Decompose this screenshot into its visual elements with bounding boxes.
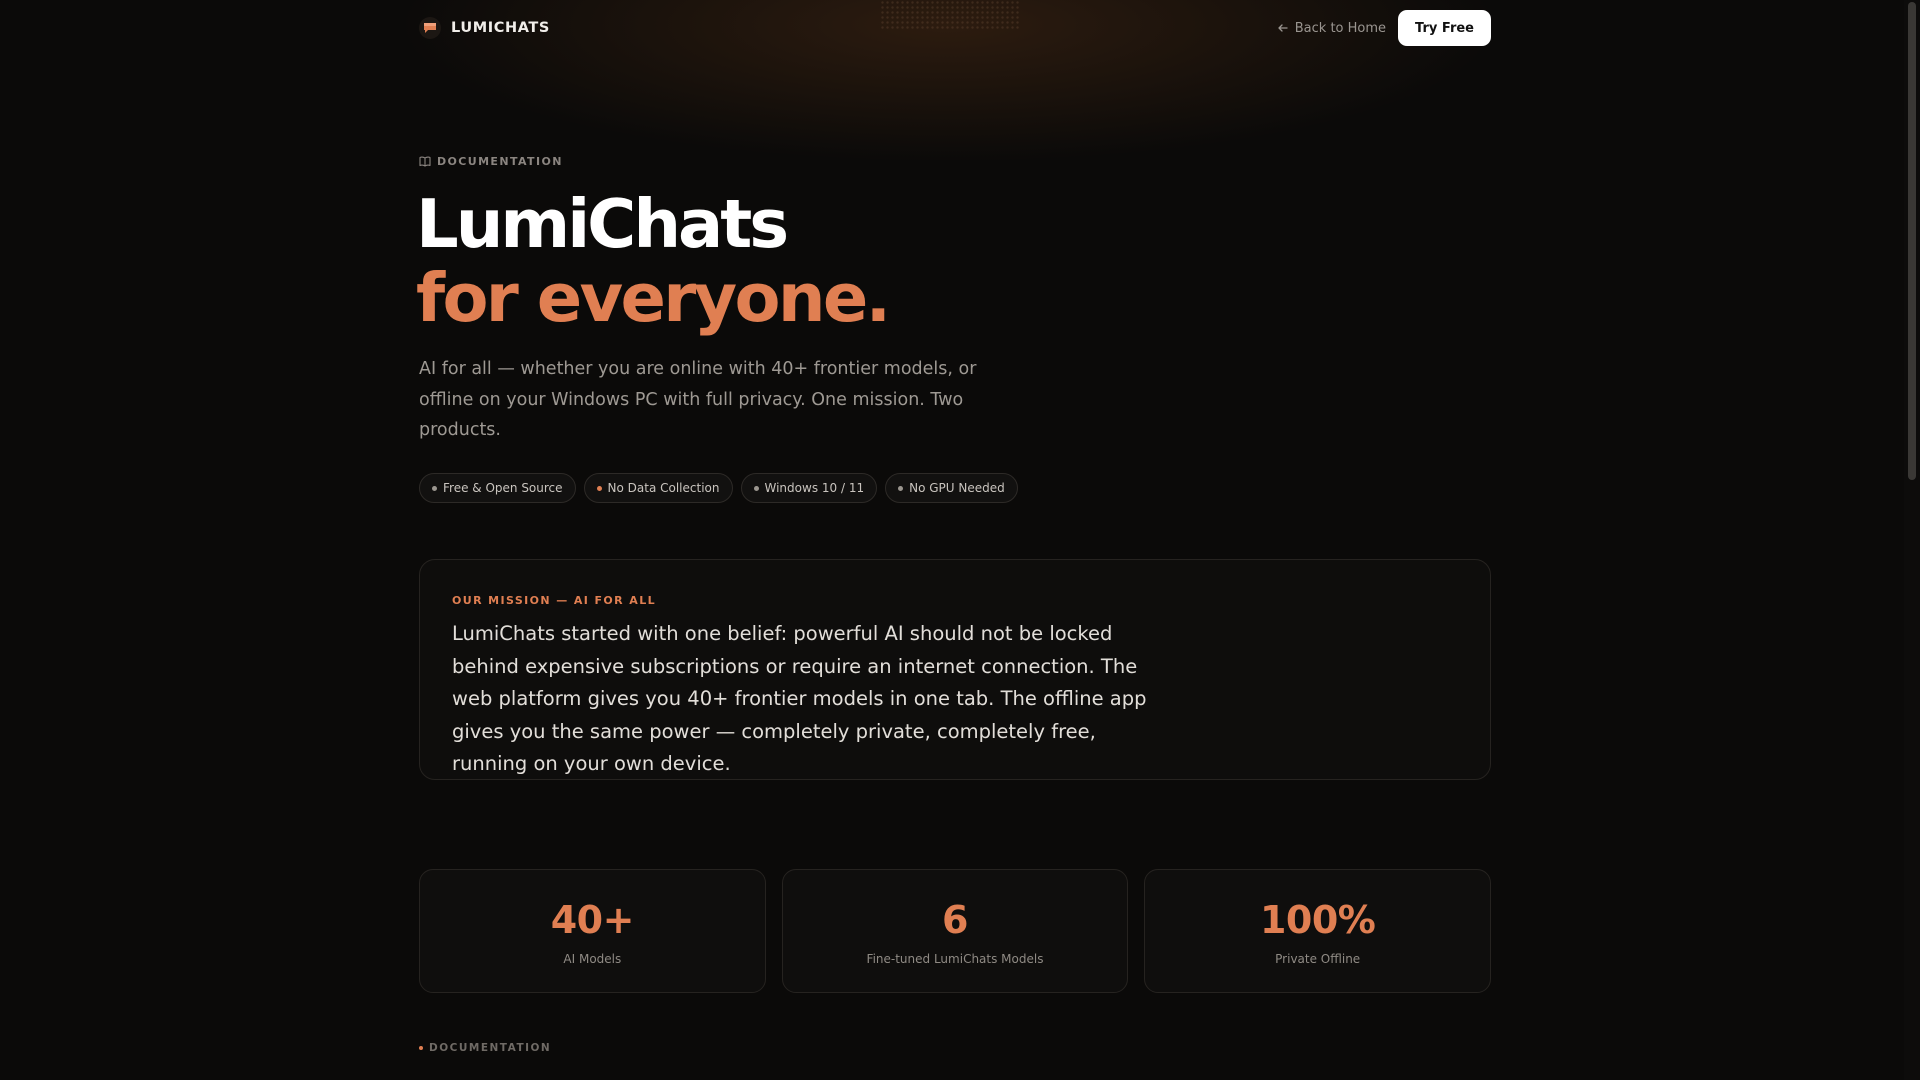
pill-dot <box>898 485 904 491</box>
stat-value: 100% <box>1259 898 1376 942</box>
stat-card-fine-tuned: 6 Fine-tuned LumiChats Models <box>781 869 1129 993</box>
hero-description: AI for all — whether you are online with… <box>419 359 977 440</box>
brand[interactable]: LUMICHATS <box>419 17 550 39</box>
mission-card: OUR MISSION — AI FOR ALL LumiChats start… <box>419 559 1491 780</box>
stat-label: Fine-tuned LumiChats Models <box>866 952 1044 966</box>
hero-title: LumiChats <box>416 185 789 263</box>
pill-label: Free & Open Source <box>443 481 563 495</box>
chat-bubble-icon <box>419 17 441 39</box>
pill-no-gpu: No GPU Needed <box>885 473 1018 503</box>
top-nav: LUMICHATS Back to Home Try Free <box>419 10 1491 46</box>
section-eyebrow: DOCUMENTATION <box>419 1042 551 1054</box>
stat-label: AI Models <box>563 952 622 966</box>
pill-label: No GPU Needed <box>909 481 1005 495</box>
section-dot <box>419 1046 423 1050</box>
arrow-left-icon <box>1277 22 1289 34</box>
pill-windows: Windows 10 / 11 <box>740 473 878 503</box>
brand-name: LUMICHATS <box>451 20 550 36</box>
pill-label: No Data Collection <box>607 481 720 495</box>
stat-value: 6 <box>942 898 968 942</box>
stat-value: 40+ <box>550 898 635 942</box>
feature-pills: Free & Open Source No Data Collection Wi… <box>419 473 1018 503</box>
page-scrollbar[interactable] <box>1904 0 1920 1080</box>
section-eyebrow-label: DOCUMENTATION <box>429 1042 552 1054</box>
pill-open-source: Free & Open Source <box>419 473 576 503</box>
scrollbar-thumb[interactable] <box>1908 2 1916 480</box>
header-actions: Back to Home Try Free <box>1277 10 1491 46</box>
mission-text: LumiChats started with one belief: power… <box>452 622 1147 775</box>
stat-label: Private Offline <box>1275 952 1361 966</box>
stats-row: 40+ AI Models 6 Fine-tuned LumiChats Mod… <box>419 869 1492 993</box>
pill-dot <box>753 485 759 491</box>
hero-eyebrow: DOCUMENTATION <box>419 155 563 168</box>
stat-card-models: 40+ AI Models <box>419 869 766 993</box>
stat-card-private: 100% Private Offline <box>1144 869 1492 993</box>
back-to-home-label: Back to Home <box>1294 20 1387 36</box>
try-free-button[interactable]: Try Free <box>1398 10 1491 46</box>
book-icon <box>419 156 431 167</box>
back-to-home-link[interactable]: Back to Home <box>1277 21 1386 36</box>
pill-dot <box>432 485 437 491</box>
pill-label: Windows 10 / 11 <box>764 481 865 495</box>
pill-no-data-collection: No Data Collection <box>583 473 733 503</box>
pill-dot <box>596 485 602 491</box>
hero-title-accent: for everyone. <box>416 259 891 337</box>
hero-eyebrow-label: DOCUMENTATION <box>437 155 563 168</box>
mission-label: OUR MISSION — AI FOR ALL <box>452 594 657 607</box>
page-container: LUMICHATS Back to Home Try Free DOCUMENT… <box>416 0 1492 1080</box>
